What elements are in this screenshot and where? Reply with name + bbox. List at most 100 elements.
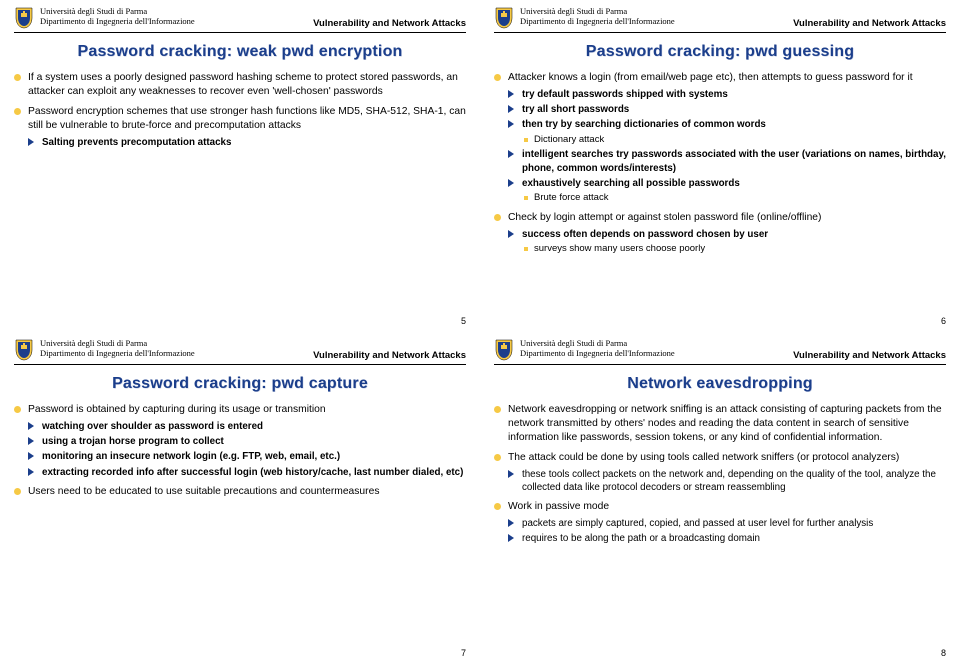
- bullet-text: intelligent searches try passwords assoc…: [522, 149, 946, 173]
- course-title: Vulnerability and Network Attacks: [313, 350, 466, 362]
- university-crest-icon: [494, 338, 514, 362]
- bullet-text: Check by login attempt or against stolen…: [508, 212, 821, 223]
- list-item: watching over shoulder as password is en…: [28, 420, 466, 433]
- slide-title: Password cracking: pwd guessing: [494, 43, 946, 61]
- bullet-list-lvl3: surveys show many users choose poorly: [522, 243, 946, 256]
- slide-body: If a system uses a poorly designed passw…: [14, 71, 466, 149]
- slide: Università degli Studi di Parma Dipartim…: [480, 0, 960, 332]
- slide-header: Università degli Studi di Parma Dipartim…: [14, 6, 466, 33]
- slide: Università degli Studi di Parma Dipartim…: [0, 332, 480, 664]
- list-item: Password encryption schemes that use str…: [14, 105, 466, 149]
- list-item: Brute force attack: [522, 192, 946, 205]
- page-number: 6: [941, 316, 946, 326]
- slide-body: Attacker knows a login (from email/web p…: [494, 71, 946, 256]
- university-crest-icon: [494, 6, 514, 30]
- list-item: monitoring an insecure network login (e.…: [28, 450, 466, 463]
- bullet-text: surveys show many users choose poorly: [534, 243, 705, 254]
- bullet-text: success often depends on password chosen…: [522, 229, 768, 240]
- list-item: then try by searching dictionaries of co…: [508, 118, 946, 146]
- list-item: using a trojan horse program to collect: [28, 435, 466, 448]
- university-name: Università degli Studi di Parma: [40, 6, 313, 16]
- course-title: Vulnerability and Network Attacks: [313, 18, 466, 30]
- bullet-text: watching over shoulder as password is en…: [42, 421, 263, 432]
- bullet-text: Password is obtained by capturing during…: [28, 404, 326, 415]
- list-item: Password is obtained by capturing during…: [14, 403, 466, 479]
- list-item: intelligent searches try passwords assoc…: [508, 148, 946, 174]
- bullet-list-lvl2: these tools collect packets on the netwo…: [508, 468, 946, 494]
- slide-body: Password is obtained by capturing during…: [14, 403, 466, 499]
- page-number: 7: [461, 648, 466, 658]
- university-crest-icon: [14, 338, 34, 362]
- bullet-list-lvl2: watching over shoulder as password is en…: [28, 420, 466, 479]
- list-item: Users need to be educated to use suitabl…: [14, 485, 466, 499]
- course-title: Vulnerability and Network Attacks: [793, 18, 946, 30]
- bullet-list-lvl1: Attacker knows a login (from email/web p…: [494, 71, 946, 256]
- bullet-text: then try by searching dictionaries of co…: [522, 119, 766, 130]
- bullet-text: Password encryption schemes that use str…: [28, 106, 466, 131]
- bullet-text: requires to be along the path or a broad…: [522, 533, 760, 544]
- bullet-text: Work in passive mode: [508, 501, 609, 512]
- bullet-text: try default passwords shipped with syste…: [522, 89, 728, 100]
- institution-block: Università degli Studi di Parma Dipartim…: [520, 6, 793, 26]
- bullet-text: packets are simply captured, copied, and…: [522, 518, 873, 529]
- slide-grid: Università degli Studi di Parma Dipartim…: [0, 0, 960, 665]
- bullet-list-lvl3: Dictionary attack: [522, 134, 946, 147]
- course-title: Vulnerability and Network Attacks: [793, 350, 946, 362]
- list-item: surveys show many users choose poorly: [522, 243, 946, 256]
- bullet-text: The attack could be done by using tools …: [508, 452, 899, 463]
- bullet-list-lvl2: try default passwords shipped with syste…: [508, 88, 946, 205]
- bullet-text: Attacker knows a login (from email/web p…: [508, 72, 913, 83]
- list-item: Work in passive mode packets are simply c…: [494, 500, 946, 545]
- bullet-text: Dictionary attack: [534, 134, 604, 145]
- bullet-text: Users need to be educated to use suitabl…: [28, 486, 379, 497]
- slide-title: Network eavesdropping: [494, 375, 946, 393]
- bullet-text: using a trojan horse program to collect: [42, 436, 224, 447]
- bullet-list-lvl2: packets are simply captured, copied, and…: [508, 517, 946, 545]
- list-item: Dictionary attack: [522, 134, 946, 147]
- list-item: Check by login attempt or against stolen…: [494, 211, 946, 256]
- institution-block: Università degli Studi di Parma Dipartim…: [40, 338, 313, 358]
- department-name: Dipartimento di Ingegneria dell'Informaz…: [520, 16, 793, 26]
- list-item: Network eavesdropping or network sniffin…: [494, 403, 946, 445]
- slide-title: Password cracking: weak pwd encryption: [14, 43, 466, 61]
- list-item: The attack could be done by using tools …: [494, 451, 946, 494]
- bullet-text: extracting recorded info after successfu…: [42, 467, 463, 478]
- university-name: Università degli Studi di Parma: [520, 338, 793, 348]
- bullet-list-lvl2: success often depends on password chosen…: [508, 228, 946, 256]
- bullet-text: these tools collect packets on the netwo…: [522, 469, 936, 493]
- university-name: Università degli Studi di Parma: [520, 6, 793, 16]
- list-item: If a system uses a poorly designed passw…: [14, 71, 466, 99]
- department-name: Dipartimento di Ingegneria dell'Informaz…: [520, 348, 793, 358]
- slide-body: Network eavesdropping or network sniffin…: [494, 403, 946, 545]
- bullet-list-lvl2: Salting prevents precomputation attacks: [28, 136, 466, 149]
- page-number: 8: [941, 648, 946, 658]
- list-item: success often depends on password chosen…: [508, 228, 946, 256]
- slide-header: Università degli Studi di Parma Dipartim…: [494, 338, 946, 365]
- list-item: try all short passwords: [508, 103, 946, 116]
- university-crest-icon: [14, 6, 34, 30]
- slide-header: Università degli Studi di Parma Dipartim…: [14, 338, 466, 365]
- bullet-list-lvl1: Network eavesdropping or network sniffin…: [494, 403, 946, 545]
- bullet-list-lvl1: Password is obtained by capturing during…: [14, 403, 466, 499]
- list-item: extracting recorded info after successfu…: [28, 466, 466, 479]
- page-number: 5: [461, 316, 466, 326]
- list-item: exhaustively searching all possible pass…: [508, 177, 946, 205]
- list-item: these tools collect packets on the netwo…: [508, 468, 946, 494]
- bullet-text: Brute force attack: [534, 192, 608, 203]
- slide: Università degli Studi di Parma Dipartim…: [480, 332, 960, 664]
- bullet-list-lvl3: Brute force attack: [522, 192, 946, 205]
- slide-title: Password cracking: pwd capture: [14, 375, 466, 393]
- institution-block: Università degli Studi di Parma Dipartim…: [40, 6, 313, 26]
- list-item: requires to be along the path or a broad…: [508, 532, 946, 545]
- bullet-text: exhaustively searching all possible pass…: [522, 178, 740, 189]
- department-name: Dipartimento di Ingegneria dell'Informaz…: [40, 348, 313, 358]
- bullet-text: Network eavesdropping or network sniffin…: [508, 404, 942, 443]
- bullet-text: try all short passwords: [522, 104, 629, 115]
- list-item: try default passwords shipped with syste…: [508, 88, 946, 101]
- university-name: Università degli Studi di Parma: [40, 338, 313, 348]
- bullet-text: Salting prevents precomputation attacks: [42, 137, 231, 148]
- list-item: Salting prevents precomputation attacks: [28, 136, 466, 149]
- list-item: packets are simply captured, copied, and…: [508, 517, 946, 530]
- institution-block: Università degli Studi di Parma Dipartim…: [520, 338, 793, 358]
- slide: Università degli Studi di Parma Dipartim…: [0, 0, 480, 332]
